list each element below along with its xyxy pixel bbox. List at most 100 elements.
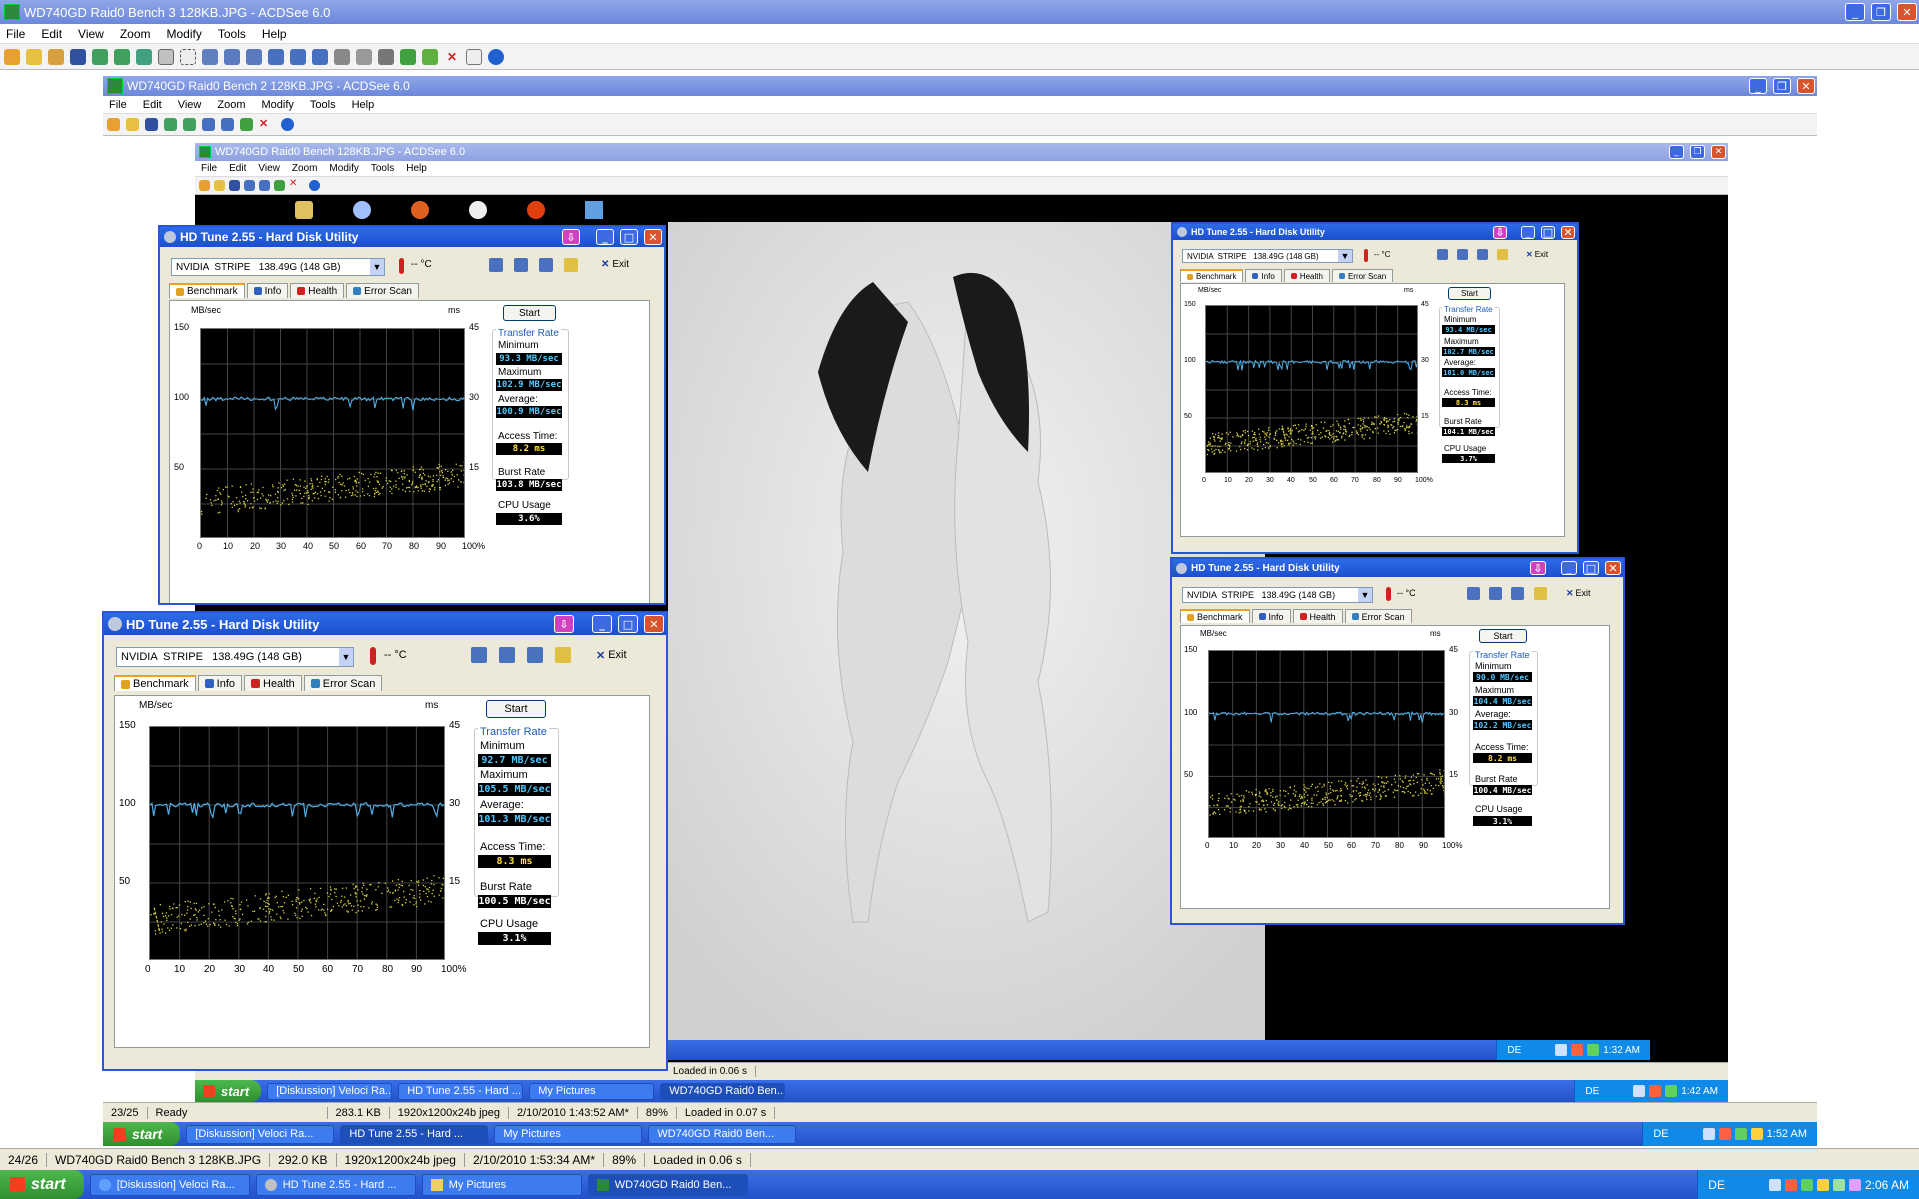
maximize-button[interactable]: □ bbox=[1541, 225, 1555, 239]
tray-icon[interactable] bbox=[1832, 1178, 1845, 1191]
menu-view[interactable]: View bbox=[178, 99, 202, 111]
restore-button[interactable]: ❐ bbox=[1773, 78, 1791, 94]
tab-error-scan[interactable]: Error Scan bbox=[303, 675, 383, 691]
language-indicator[interactable]: DE bbox=[1585, 1086, 1599, 1097]
close-button[interactable]: ✕ bbox=[1711, 145, 1726, 159]
hdtune-title-bar[interactable]: HD Tune 2.55 - Hard Disk Utility ⇩ _ □ ✕ bbox=[104, 613, 666, 635]
minimize-button[interactable]: _ bbox=[1561, 561, 1577, 575]
maximize-button[interactable]: □ bbox=[620, 229, 638, 245]
language-indicator[interactable]: DE bbox=[1708, 1178, 1725, 1192]
zoom-in-icon[interactable] bbox=[244, 180, 255, 191]
exit-button[interactable]: ✕ Exit bbox=[1526, 250, 1548, 259]
close-button[interactable]: ✕ bbox=[1561, 225, 1575, 239]
menu-zoom[interactable]: Zoom bbox=[292, 163, 318, 174]
zoom-out-icon[interactable] bbox=[259, 180, 270, 191]
tab-info[interactable]: Info bbox=[197, 675, 242, 691]
tab-error-scan[interactable]: Error Scan bbox=[1331, 269, 1394, 282]
help-icon[interactable] bbox=[488, 48, 504, 65]
rotate-icon[interactable] bbox=[378, 48, 394, 65]
slideshow-icon[interactable] bbox=[136, 48, 152, 65]
minimize-button[interactable]: _ bbox=[1521, 225, 1535, 239]
tray-icon[interactable] bbox=[1800, 1178, 1813, 1191]
taskbar-item[interactable]: HD Tune 2.55 - Hard ... bbox=[255, 1173, 416, 1196]
acquire-icon[interactable] bbox=[48, 48, 64, 65]
drive-select[interactable]: NVIDIA STRIPE 138.49G (148 GB) ▼ bbox=[1182, 249, 1353, 263]
taskbar-item[interactable]: WD740GD Raid0 Ben... bbox=[660, 1082, 786, 1100]
close-button[interactable]: ✕ bbox=[644, 615, 664, 633]
taskbar-item[interactable]: My Pictures bbox=[494, 1124, 643, 1144]
tray-icon[interactable] bbox=[1649, 1085, 1662, 1097]
tray-icon[interactable] bbox=[1734, 1128, 1747, 1140]
save-icon[interactable] bbox=[1477, 249, 1488, 260]
menu-edit[interactable]: Edit bbox=[41, 27, 62, 41]
help-icon[interactable] bbox=[309, 180, 320, 191]
tray-icon[interactable] bbox=[1816, 1178, 1829, 1191]
menu-modify[interactable]: Modify bbox=[329, 163, 358, 174]
options-icon[interactable] bbox=[1534, 587, 1547, 600]
exit-button[interactable]: ✕ Exit bbox=[596, 649, 627, 662]
hand-icon[interactable] bbox=[158, 48, 174, 65]
taskbar-item[interactable]: [Diskussion] Veloci Ra... bbox=[267, 1082, 393, 1100]
menu-zoom[interactable]: Zoom bbox=[120, 27, 151, 41]
menu-file[interactable]: File bbox=[6, 27, 25, 41]
options-icon[interactable] bbox=[1497, 249, 1508, 260]
tray-icon[interactable] bbox=[1750, 1128, 1763, 1140]
taskbar-item[interactable]: My Pictures bbox=[421, 1173, 582, 1196]
save-icon[interactable] bbox=[229, 180, 240, 191]
tray-icon[interactable] bbox=[1702, 1128, 1715, 1140]
tab-benchmark[interactable]: Benchmark bbox=[114, 675, 196, 691]
restore-button[interactable]: ❐ bbox=[1690, 145, 1705, 159]
menu-view[interactable]: View bbox=[258, 163, 280, 174]
save-icon[interactable] bbox=[527, 647, 543, 663]
outer-title-bar[interactable]: WD740GD Raid0 Bench 3 128KB.JPG - ACDSee… bbox=[0, 0, 1919, 24]
next-icon[interactable] bbox=[114, 48, 130, 65]
delete-icon[interactable]: ✕ bbox=[444, 49, 460, 65]
language-indicator[interactable]: DE bbox=[1507, 1045, 1521, 1056]
tab-info[interactable]: Info bbox=[246, 283, 289, 298]
drive-select[interactable]: NVIDIA STRIPE 138.49G (148 GB) ▼ bbox=[1182, 587, 1373, 603]
select-icon[interactable] bbox=[180, 48, 196, 65]
tab-error-scan[interactable]: Error Scan bbox=[346, 283, 419, 298]
menu-modify[interactable]: Modify bbox=[261, 99, 293, 111]
download-icon[interactable]: ⇩ bbox=[1493, 225, 1507, 239]
tab-health[interactable]: Health bbox=[290, 283, 345, 298]
browse-icon[interactable] bbox=[107, 118, 120, 131]
menu-tools[interactable]: Tools bbox=[310, 99, 336, 111]
tab-info[interactable]: Info bbox=[1251, 609, 1291, 623]
menu-file[interactable]: File bbox=[201, 163, 217, 174]
delete-icon[interactable]: ✕ bbox=[289, 178, 305, 194]
tray-icon[interactable] bbox=[1848, 1178, 1861, 1191]
language-indicator[interactable]: DE bbox=[1653, 1128, 1668, 1140]
tab-benchmark[interactable]: Benchmark bbox=[1180, 269, 1244, 282]
download-icon[interactable]: ⇩ bbox=[562, 229, 580, 245]
delete-icon[interactable]: ✕ bbox=[259, 117, 275, 133]
copy-all-icon[interactable] bbox=[499, 647, 515, 663]
menu-file[interactable]: File bbox=[109, 99, 127, 111]
copy-icon[interactable] bbox=[1437, 249, 1448, 260]
tray-clock[interactable]: 2:06 AM bbox=[1865, 1178, 1909, 1192]
minimize-button[interactable]: _ bbox=[1845, 3, 1865, 21]
tray-icon[interactable] bbox=[1555, 1044, 1568, 1056]
download-icon[interactable]: ⇩ bbox=[1530, 561, 1546, 575]
tab-benchmark[interactable]: Benchmark bbox=[169, 283, 245, 298]
menu-tools[interactable]: Tools bbox=[371, 163, 394, 174]
taskbar-item[interactable]: My Pictures bbox=[529, 1082, 655, 1100]
tab-benchmark[interactable]: Benchmark bbox=[1180, 609, 1250, 623]
tray-icon[interactable] bbox=[1784, 1178, 1797, 1191]
minimize-button[interactable]: _ bbox=[1749, 78, 1767, 94]
fit-icon[interactable] bbox=[224, 48, 240, 65]
close-button[interactable]: ✕ bbox=[644, 229, 662, 245]
properties-icon[interactable] bbox=[466, 48, 482, 65]
save-icon[interactable] bbox=[70, 48, 86, 65]
tray-icon[interactable] bbox=[1633, 1085, 1646, 1097]
copy-icon[interactable] bbox=[489, 258, 503, 272]
start-button[interactable]: start bbox=[195, 1080, 262, 1102]
minimize-button[interactable]: _ bbox=[1669, 145, 1684, 159]
exit-button[interactable]: ✕ Exit bbox=[1566, 588, 1591, 599]
save-icon[interactable] bbox=[145, 118, 158, 131]
tab-info[interactable]: Info bbox=[1245, 269, 1282, 282]
taskbar-item[interactable]: [Diskussion] Veloci Ra... bbox=[186, 1124, 335, 1144]
open-icon[interactable] bbox=[214, 180, 225, 191]
taskbar-item[interactable]: WD740GD Raid0 Ben... bbox=[587, 1173, 748, 1196]
tray-icon[interactable] bbox=[1665, 1085, 1678, 1097]
